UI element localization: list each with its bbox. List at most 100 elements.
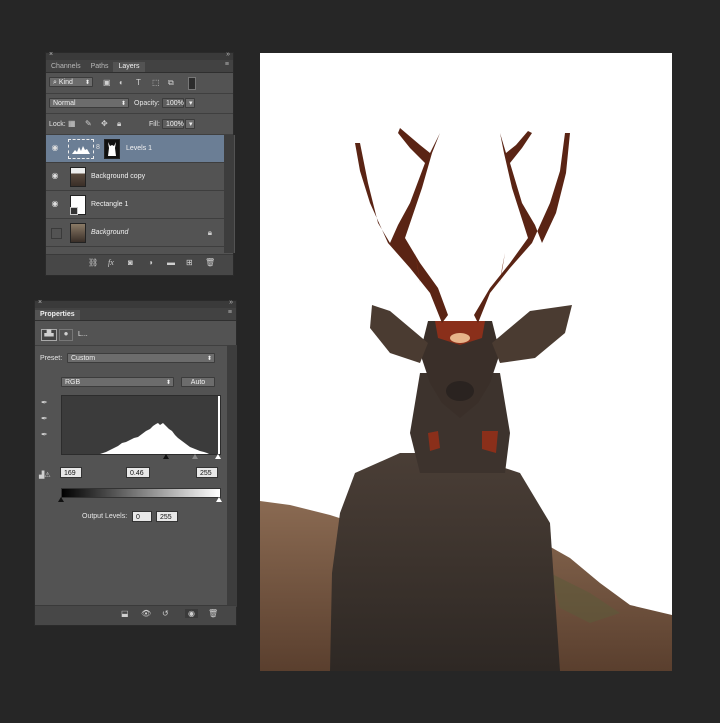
gray-point-eyedropper-icon[interactable]: ✒︎	[41, 415, 48, 423]
output-white-field[interactable]: 255	[156, 511, 178, 522]
layer-thumbnail[interactable]	[70, 167, 86, 187]
properties-panel: × » Properties ≡ ▟▙ ● L... Preset: Custo…	[34, 299, 237, 626]
preset-value: Custom	[71, 355, 96, 362]
clip-to-layer-icon[interactable]: ⬓	[121, 609, 129, 618]
view-previous-state-icon[interactable]: 👁︎	[141, 609, 151, 618]
lock-transparent-icon[interactable]: ▦	[68, 120, 76, 128]
tab-channels[interactable]: Channels	[46, 62, 86, 72]
lock-position-icon[interactable]: ✥	[101, 120, 108, 128]
output-gradient	[61, 488, 221, 498]
filter-toggle[interactable]	[188, 77, 196, 90]
layer-name[interactable]: Background copy	[91, 173, 145, 180]
filter-kind-value: Kind	[58, 79, 73, 86]
fill-dropdown-button[interactable]: ▾	[185, 119, 195, 129]
panel-menu-icon[interactable]: ≡	[225, 61, 229, 68]
fx-icon[interactable]: fx	[108, 258, 114, 267]
fill-label: Fill:	[149, 121, 160, 128]
channel-select[interactable]: RGB ⬍	[61, 377, 174, 387]
black-point-eyedropper-icon[interactable]: ✒︎	[41, 399, 48, 407]
layer-mask-thumbnail[interactable]	[104, 139, 120, 159]
levels-adjustment-thumbnail[interactable]	[68, 139, 94, 159]
trash-icon[interactable]: 🗑︎	[205, 258, 215, 267]
clipping-warning-icon[interactable]: ▟⚠	[39, 472, 51, 480]
add-mask-icon[interactable]: ◙	[128, 258, 133, 267]
input-white-field[interactable]: 255	[196, 467, 218, 478]
preset-label: Preset:	[40, 355, 63, 362]
layer-row-rectangle-1[interactable]: ◉ Rectangle 1	[46, 191, 224, 219]
blend-mode-value: Normal	[53, 100, 76, 107]
visibility-eye-icon[interactable]: ◉	[49, 198, 61, 210]
layer-list: ◉ 8 Levels 1 ◉ Background copy ◉ Rectang…	[46, 135, 235, 253]
trash-icon[interactable]: 🗑︎	[208, 609, 218, 618]
layer-row-background[interactable]: Background 🔒︎	[46, 219, 224, 247]
tab-layers[interactable]: Layers	[113, 62, 145, 72]
collapse-icon[interactable]: »	[226, 51, 230, 58]
levels-adjustment-icon[interactable]: ▟▙	[41, 329, 57, 341]
smart-object-filter-icon[interactable]: ⧉	[168, 79, 174, 87]
histogram	[61, 395, 221, 455]
output-levels-label: Output Levels:	[82, 513, 128, 520]
layer-name[interactable]: Background	[91, 229, 128, 236]
output-black-slider[interactable]	[58, 497, 64, 502]
input-gamma-slider[interactable]	[192, 454, 198, 459]
lock-all-icon[interactable]: 🔒︎	[117, 120, 121, 128]
white-point-eyedropper-icon[interactable]: ✒︎	[41, 431, 48, 439]
adjustment-name: L...	[78, 331, 88, 338]
mask-toggle-icon[interactable]: ●	[59, 329, 73, 341]
visibility-off-box[interactable]	[51, 228, 62, 239]
visibility-eye-icon[interactable]: ◉	[49, 170, 61, 182]
layer-thumbnail[interactable]	[70, 195, 86, 215]
layer-list-scrollbar[interactable]	[224, 135, 234, 253]
input-white-slider[interactable]	[215, 454, 221, 459]
blend-mode-select[interactable]: Normal ⬍	[49, 98, 129, 108]
input-black-slider[interactable]	[163, 454, 169, 459]
lock-label: Lock:	[49, 121, 66, 128]
shape-filter-icon[interactable]: ⬚	[152, 79, 160, 87]
histogram-icon	[72, 146, 90, 154]
panel-menu-icon[interactable]: ≡	[228, 309, 232, 316]
new-layer-icon[interactable]: ⊞	[186, 258, 193, 267]
input-black-field[interactable]: 169	[60, 467, 82, 478]
properties-panel-tabs: Properties ≡	[35, 308, 236, 321]
shape-layer-icon	[70, 207, 78, 215]
mask-deer-silhouette	[108, 142, 116, 156]
tab-paths[interactable]: Paths	[86, 62, 114, 72]
new-adjustment-icon[interactable]: ◑	[148, 258, 153, 267]
layer-row-background-copy[interactable]: ◉ Background copy	[46, 163, 224, 191]
output-black-field[interactable]: 0	[132, 511, 152, 522]
preset-select[interactable]: Custom ⬍	[67, 353, 215, 363]
opacity-dropdown-button[interactable]: ▾	[185, 98, 195, 108]
layers-bottom-toolbar: ⛓︎ fx ◙ ◑ ▬ ⊞ 🗑︎	[46, 254, 233, 275]
toggle-visibility-icon[interactable]: ◉	[185, 609, 198, 618]
close-icon[interactable]: ×	[38, 299, 42, 306]
layer-row-levels-1[interactable]: ◉ 8 Levels 1	[46, 135, 224, 163]
link-layers-icon[interactable]: ⛓︎	[88, 258, 98, 267]
type-filter-icon[interactable]: T	[136, 79, 141, 87]
pixel-filter-icon[interactable]: ▣	[103, 79, 111, 87]
properties-scrollbar[interactable]	[227, 345, 237, 607]
panel-title-bar[interactable]: × »	[35, 299, 236, 308]
chevron-down-icon: ⬍	[120, 101, 126, 107]
opacity-field[interactable]: 100%	[162, 98, 184, 108]
chevron-down-icon: ⬍	[84, 80, 90, 86]
input-gamma-field[interactable]: 0.46	[126, 467, 150, 478]
fill-field[interactable]: 100%	[162, 119, 184, 129]
filter-kind-select[interactable]: ⌕ Kind ⬍	[49, 77, 93, 87]
visibility-eye-icon[interactable]: ◉	[49, 142, 61, 154]
layer-name[interactable]: Levels 1	[126, 145, 152, 152]
close-icon[interactable]: ×	[49, 51, 53, 58]
tab-properties[interactable]: Properties	[35, 310, 80, 320]
reset-icon[interactable]: ↺	[162, 609, 169, 618]
new-group-icon[interactable]: ▬	[167, 258, 175, 267]
document-canvas[interactable]	[260, 53, 672, 671]
auto-button[interactable]: Auto	[181, 377, 215, 387]
layers-panel: × » Channels Paths Layers ≡ ⌕ Kind ⬍ ▣ ◐…	[45, 51, 235, 276]
input-slider-track[interactable]	[61, 454, 221, 460]
adjustment-filter-icon[interactable]: ◐	[119, 79, 124, 87]
collapse-icon[interactable]: »	[229, 299, 233, 306]
layer-thumbnail[interactable]	[70, 223, 86, 243]
layer-name[interactable]: Rectangle 1	[91, 201, 128, 208]
panel-title-bar[interactable]: × »	[46, 51, 233, 60]
lock-pixels-icon[interactable]: ✎	[85, 120, 92, 128]
output-white-slider[interactable]	[216, 497, 222, 502]
